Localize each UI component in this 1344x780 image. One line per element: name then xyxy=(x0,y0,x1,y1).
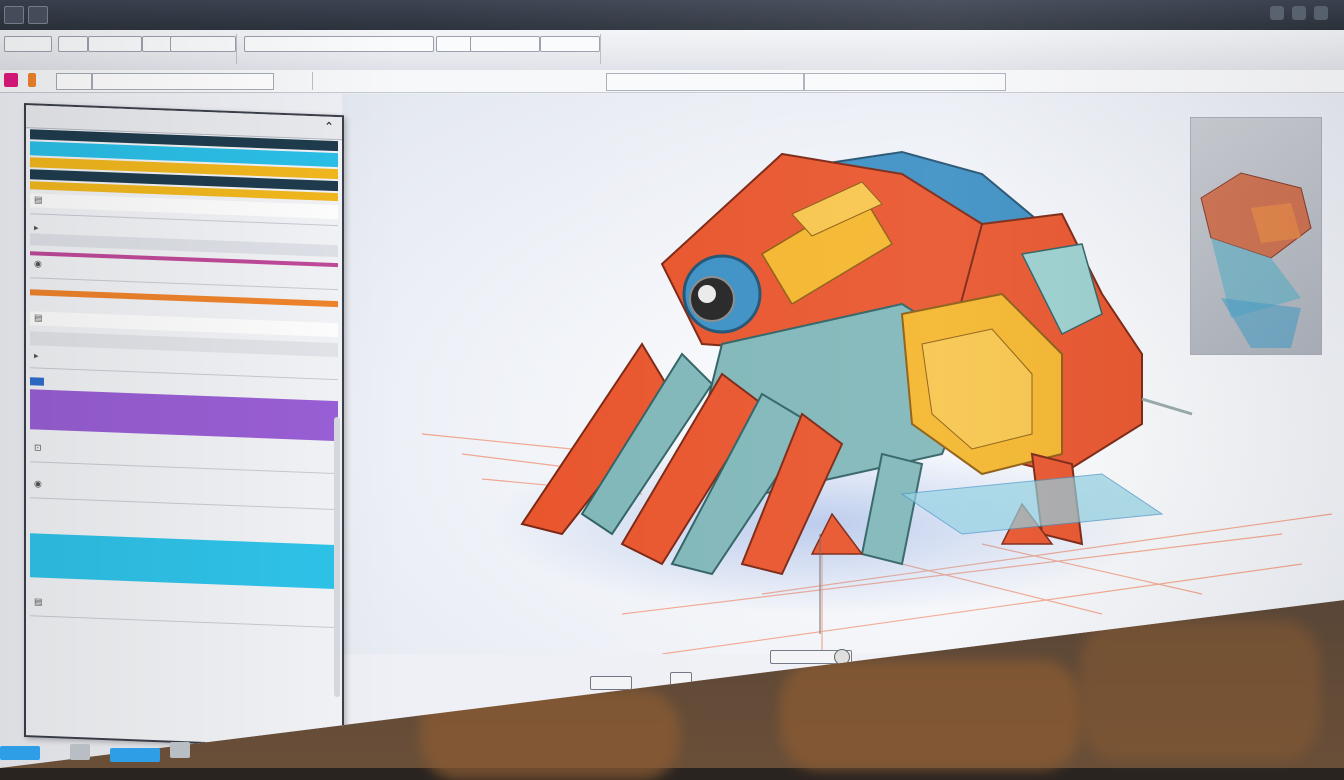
tool-chip[interactable] xyxy=(56,73,92,90)
layer-icon: ▤ xyxy=(34,596,43,607)
toolbar-separator xyxy=(312,72,313,90)
layers-panel: ⌃ ▤ ▸ ◉ ▤ ▸ ⊡ ◉ ▤ xyxy=(24,103,344,750)
ribbon-item[interactable] xyxy=(244,36,434,52)
ribbon-item[interactable] xyxy=(470,36,540,52)
eye-icon[interactable]: ◉ xyxy=(34,478,44,488)
tool-chip[interactable] xyxy=(92,73,274,90)
folder-icon: ▸ xyxy=(34,350,39,361)
title-bar xyxy=(0,0,1344,30)
preview-render xyxy=(1200,172,1312,348)
viewport-tab[interactable] xyxy=(606,73,804,91)
ribbon-toolbar xyxy=(0,30,1344,71)
lens-part xyxy=(698,285,716,303)
ribbon-item[interactable] xyxy=(88,36,142,52)
model-antenna xyxy=(1141,397,1193,416)
layer-icon: ▤ xyxy=(34,194,43,205)
layer-marker-blue xyxy=(30,377,44,386)
ribbon-item[interactable] xyxy=(540,36,600,52)
taskbar-start[interactable] xyxy=(0,746,40,760)
chair-blob xyxy=(780,660,1080,770)
viewport-tab[interactable] xyxy=(804,73,1006,91)
chair-blob xyxy=(1080,620,1320,760)
folder-icon: ▸ xyxy=(34,222,39,233)
ribbon-item[interactable] xyxy=(4,36,52,52)
frame-field[interactable] xyxy=(590,676,632,690)
lock-icon: ⊡ xyxy=(34,442,42,453)
ribbon-item[interactable] xyxy=(170,36,236,52)
menu-icon[interactable] xyxy=(4,6,24,24)
maximize-icon[interactable] xyxy=(1292,6,1306,20)
ribbon-item[interactable] xyxy=(142,36,172,52)
taskbar-icon[interactable] xyxy=(170,742,190,758)
taskbar-icon[interactable] xyxy=(70,744,90,760)
color-swatch-pink[interactable] xyxy=(4,73,18,87)
taskbar xyxy=(0,700,480,768)
window-icon[interactable] xyxy=(28,6,48,24)
color-swatch-orange[interactable] xyxy=(28,73,36,87)
taskbar-app[interactable] xyxy=(110,748,160,762)
ribbon-item[interactable] xyxy=(58,36,88,52)
model-preview-thumbnail[interactable] xyxy=(1190,117,1322,355)
chevron-up-icon[interactable]: ⌃ xyxy=(322,119,336,134)
layer-icon: ▤ xyxy=(34,312,43,323)
minimize-icon[interactable] xyxy=(1270,6,1284,20)
ribbon-separator xyxy=(236,34,237,64)
viewport-tabs xyxy=(342,72,1344,91)
eye-icon[interactable]: ◉ xyxy=(34,258,44,268)
close-icon[interactable] xyxy=(1314,6,1328,20)
ribbon-separator xyxy=(600,34,601,64)
ribbon-item[interactable] xyxy=(436,36,472,52)
